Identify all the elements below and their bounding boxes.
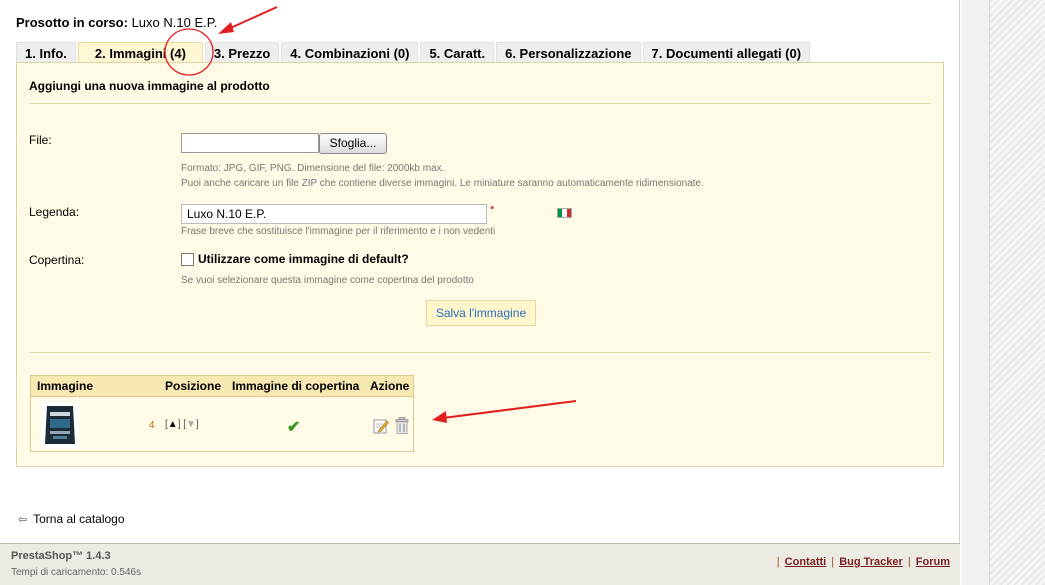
panel-heading: Aggiungi una nuova immagine al prodotto [29,79,270,93]
footer-brand: PrestaShop™ 1.4.3 [11,550,111,562]
position-number: 4 [149,420,155,431]
cover-checkbox-label[interactable]: Utilizzare come immagine di default? [198,252,409,266]
product-thumbnail[interactable] [41,402,79,448]
title-label: Prosotto in corso: [16,15,128,30]
edit-icon[interactable] [373,418,389,434]
footer-link-bug-tracker[interactable]: Bug Tracker [839,556,903,568]
table-header: Immagine Posizione Immagine di copertina… [31,376,413,397]
move-down-icon[interactable]: ▼ [186,419,196,430]
file-hint-formats: Formato: JPG, GIF, PNG. Dimensione del f… [181,163,445,174]
images-panel: Aggiungi una nuova immagine al prodotto … [16,62,944,467]
back-to-catalog-link[interactable]: ⇦ Torna al catalogo [18,512,125,526]
tab-features[interactable]: 5. Caratt. [420,42,495,63]
cover-label: Copertina: [29,253,85,267]
tab-combinations[interactable]: 4. Combinazioni (0) [281,42,419,63]
product-tabs: 1. Info. 2. Immagini (4) 3. Prezzo 4. Co… [16,42,811,63]
header-image: Immagine [37,379,94,393]
tab-images[interactable]: 2. Immagini (4) [77,42,203,63]
file-label: File: [29,133,52,147]
header-cover: Immagine di copertina [232,379,360,393]
product-name: Luxo N.10 E.P. [131,15,218,30]
file-hint-zip: Puoi anche caricare un file ZIP che cont… [181,178,704,189]
legend-hint: Frase breve che sostituisce l'immagine p… [181,226,496,237]
italian-flag-icon[interactable] [557,208,572,218]
images-table: Immagine Posizione Immagine di copertina… [30,375,414,452]
divider [29,103,931,104]
required-marker: * [490,204,495,216]
footer-link-contacts[interactable]: Contatti [785,556,827,568]
cover-hint: Se vuoi selezionare questa immagine come… [181,275,474,286]
footer-link-forum[interactable]: Forum [916,556,950,568]
page-background [961,0,1045,585]
back-link-label: Torna al catalogo [33,512,125,526]
footer-load-time: Tempi di caricamento: 0.546s [11,567,142,578]
save-image-button[interactable]: Salva l'immagine [426,300,536,326]
page-title: Prosotto in corso: Luxo N.10 E.P. [16,15,217,30]
header-position: Posizione [165,379,222,393]
legend-input[interactable] [181,204,487,224]
move-up-icon[interactable]: ▲ [168,419,178,430]
admin-page: Prosotto in corso: Luxo N.10 E.P. 1. Inf… [0,0,960,585]
tab-price[interactable]: 3. Prezzo [204,42,280,63]
tab-attachments[interactable]: 7. Documenti allegati (0) [642,42,811,63]
position-controls: [▲] [▼] [165,419,199,430]
footer-links: | Contatti | Bug Tracker | Forum [776,556,950,568]
browse-button[interactable]: Sfoglia... [319,133,387,154]
cover-check-icon: ✔ [287,419,301,436]
tab-info[interactable]: 1. Info. [16,42,76,63]
cover-checkbox[interactable] [181,253,194,266]
header-action: Azione [370,379,410,393]
legend-label: Legenda: [29,205,80,219]
file-input[interactable] [181,133,319,153]
background-pattern [989,0,1045,585]
delete-icon[interactable] [395,417,409,434]
footer: PrestaShop™ 1.4.3 Tempi di caricamento: … [0,543,960,585]
tab-customization[interactable]: 6. Personalizzazione [496,42,641,63]
back-arrow-icon: ⇦ [18,514,28,526]
divider [29,352,931,353]
